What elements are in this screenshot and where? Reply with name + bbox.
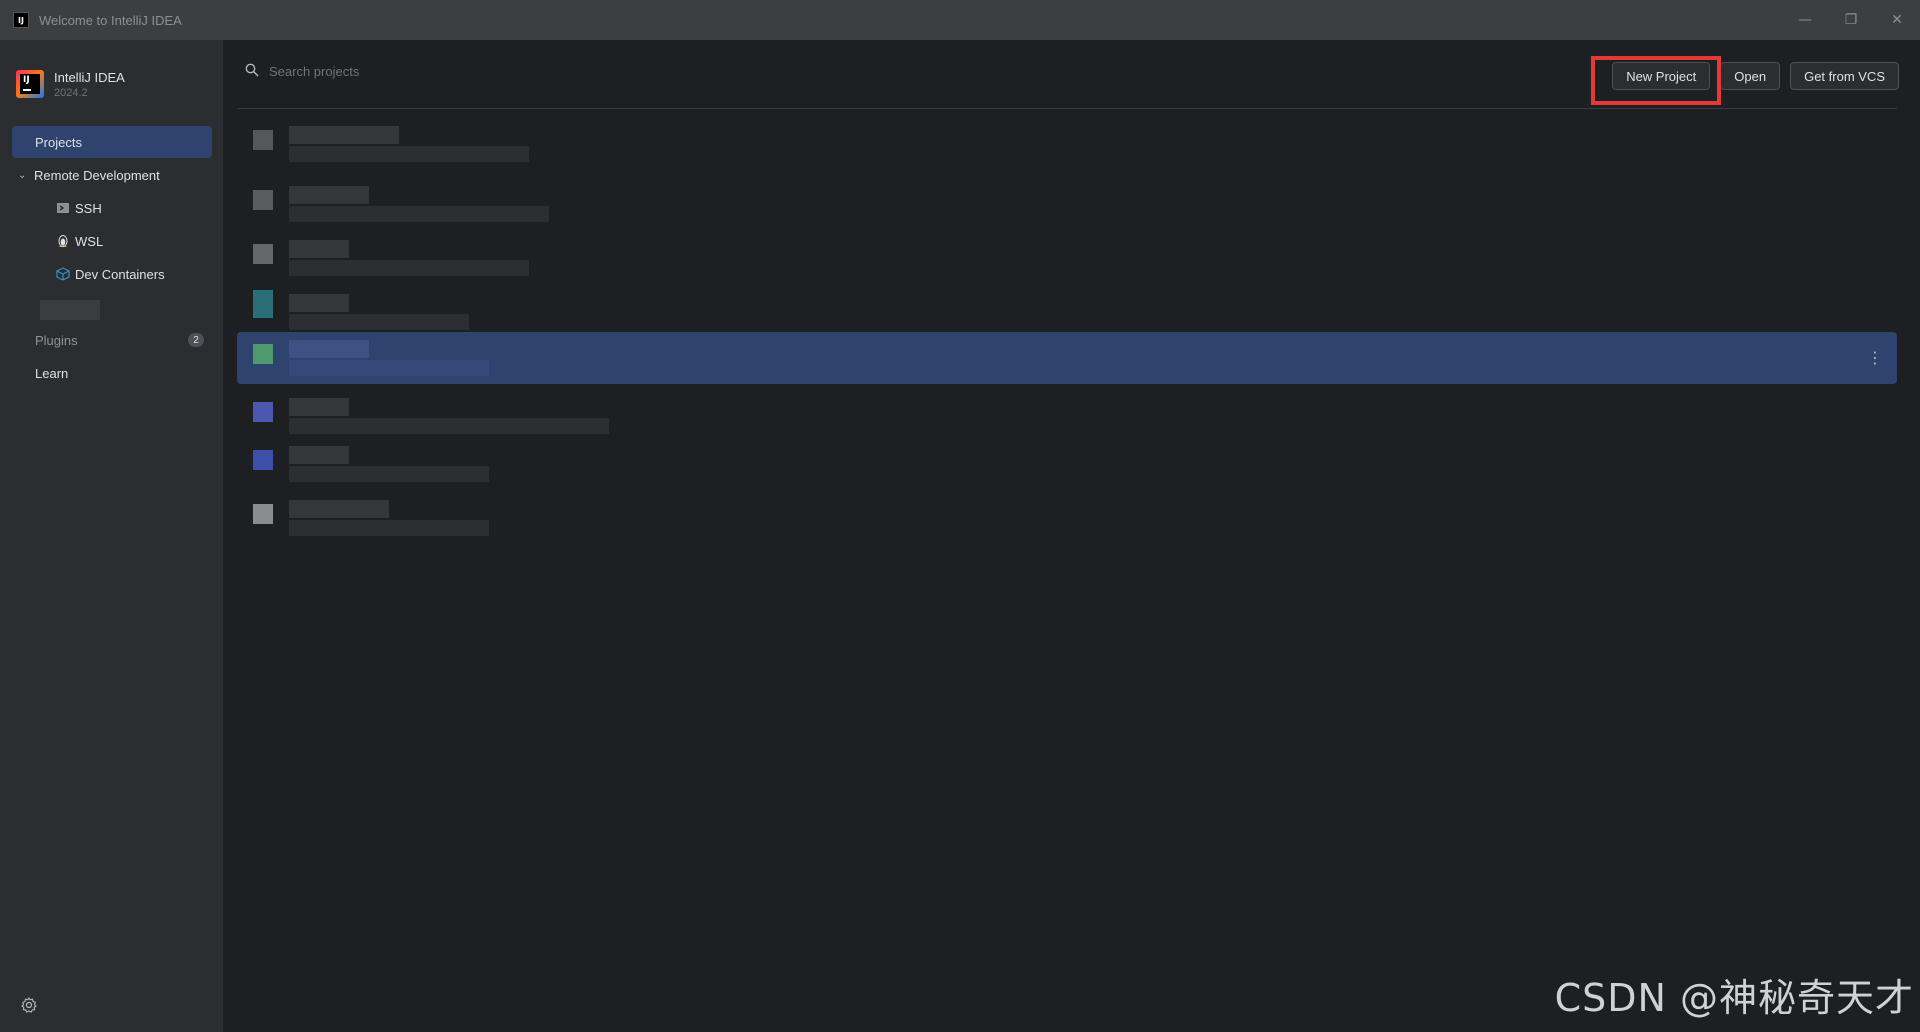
- sidebar-item-plugins[interactable]: Plugins 2: [12, 324, 212, 356]
- project-icon: [253, 402, 273, 422]
- main-panel: New Project Open Get from VCS ⋮: [225, 40, 1920, 1032]
- csdn-watermark: CSDN @神秘奇天才: [1554, 976, 1914, 1020]
- restore-button[interactable]: ❐: [1828, 0, 1874, 40]
- sidebar-item-remote-development[interactable]: ⌄ Remote Development: [12, 159, 212, 191]
- project-name-redacted: [289, 446, 349, 464]
- sidebar-item-ssh[interactable]: SSH: [12, 192, 212, 224]
- linux-penguin-icon: [55, 233, 71, 249]
- project-icon: [253, 190, 273, 210]
- project-name-redacted: [289, 126, 399, 144]
- recent-project-row[interactable]: [237, 492, 1897, 544]
- project-path-redacted: [289, 418, 609, 434]
- recent-project-row[interactable]: [237, 438, 1897, 490]
- project-name-redacted: [289, 500, 389, 518]
- sidebar-item-label: Dev Containers: [75, 266, 165, 282]
- plugins-update-badge: 2: [188, 333, 204, 347]
- search-icon: [245, 63, 261, 79]
- sidebar-item-label: Remote Development: [34, 167, 160, 183]
- sidebar-item-dev-containers[interactable]: Dev Containers: [12, 258, 212, 290]
- recent-project-row[interactable]: [237, 232, 1897, 284]
- project-icon: [253, 290, 273, 318]
- recent-project-row[interactable]: [237, 178, 1897, 230]
- intellij-app-icon: IJ: [13, 12, 29, 28]
- recent-project-row[interactable]: [237, 390, 1897, 442]
- title-bar: IJ Welcome to IntelliJ IDEA — ❐ ✕: [0, 0, 1920, 40]
- terminal-icon: [55, 200, 71, 216]
- sidebar-item-learn[interactable]: Learn: [12, 357, 212, 389]
- project-actions: New Project Open Get from VCS: [1612, 62, 1899, 90]
- recent-project-row-selected[interactable]: ⋮: [237, 332, 1897, 384]
- more-options-icon[interactable]: ⋮: [1867, 348, 1883, 367]
- divider: [237, 108, 1897, 109]
- project-icon: [253, 344, 273, 364]
- project-path-redacted: [289, 520, 489, 536]
- sidebar-item-label: Learn: [35, 365, 69, 381]
- product-version: 2024.2: [54, 87, 88, 99]
- brand: IJ IntelliJ IDEA 2024.2: [16, 70, 125, 101]
- project-name-redacted: [289, 240, 349, 258]
- sidebar: IJ IntelliJ IDEA 2024.2 Projects ⌄ Remot…: [0, 40, 224, 1032]
- settings-gear-icon[interactable]: [20, 996, 38, 1014]
- close-button[interactable]: ✕: [1874, 0, 1920, 40]
- project-icon: [253, 450, 273, 470]
- sidebar-item-label: Plugins: [35, 332, 78, 348]
- sidebar-item-label: SSH: [75, 200, 102, 216]
- search-bar[interactable]: [245, 56, 615, 86]
- project-icon: [253, 504, 273, 524]
- project-path-redacted: [289, 466, 489, 482]
- window-title: Welcome to IntelliJ IDEA: [39, 12, 182, 28]
- minimize-button[interactable]: —: [1782, 0, 1828, 40]
- cube-icon: [55, 266, 71, 282]
- project-name-redacted: [289, 340, 369, 358]
- chevron-down-icon: ⌄: [18, 169, 27, 181]
- project-icon: [253, 130, 273, 150]
- project-name-redacted: [289, 398, 349, 416]
- project-path-redacted: [289, 314, 469, 330]
- sidebar-item-wsl[interactable]: WSL: [12, 225, 212, 257]
- sidebar-item-label: Projects: [35, 134, 82, 150]
- project-name-redacted: [289, 186, 369, 204]
- intellij-logo-icon: IJ: [16, 70, 44, 98]
- project-path-redacted: [289, 206, 549, 222]
- open-button[interactable]: Open: [1720, 62, 1781, 90]
- project-icon: [253, 244, 273, 264]
- sidebar-item-label: WSL: [75, 233, 104, 249]
- recent-project-row[interactable]: [237, 286, 1897, 338]
- project-path-redacted: [289, 360, 489, 376]
- new-project-button[interactable]: New Project: [1612, 62, 1711, 90]
- product-name: IntelliJ IDEA: [54, 70, 125, 85]
- sidebar-item-projects[interactable]: Projects: [12, 126, 212, 158]
- project-name-redacted: [289, 294, 349, 312]
- project-path-redacted: [289, 260, 529, 276]
- get-from-vcs-button[interactable]: Get from VCS: [1790, 62, 1899, 90]
- redacted-block: [40, 300, 100, 320]
- search-projects-input[interactable]: [269, 63, 589, 79]
- recent-project-row[interactable]: [237, 118, 1897, 170]
- window-controls: — ❐ ✕: [1782, 0, 1920, 40]
- project-path-redacted: [289, 146, 529, 162]
